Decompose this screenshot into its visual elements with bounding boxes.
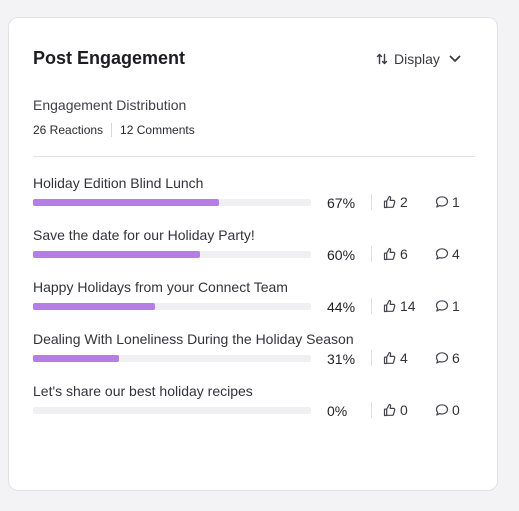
engagement-stats: 26 Reactions 12 Comments [33, 123, 195, 137]
thumbs-up-icon [383, 403, 397, 417]
row-divider [371, 246, 372, 262]
engagement-distribution-heading: Engagement Distribution [33, 97, 187, 113]
comments-count-group: 1 [435, 194, 460, 210]
thumbs-up-icon [383, 247, 397, 261]
post-title[interactable]: Let's share our best holiday recipes [33, 383, 253, 399]
engagement-bar-fill [33, 251, 200, 258]
comment-bubble-icon [435, 247, 449, 261]
comment-count: 6 [452, 350, 460, 366]
likes-count: 0 [400, 402, 408, 418]
likes-count-group: 2 [383, 194, 408, 210]
post-row[interactable]: Dealing With Loneliness During the Holid… [33, 331, 475, 375]
likes-count: 14 [400, 298, 416, 314]
row-divider [371, 194, 372, 210]
row-divider [371, 298, 372, 314]
comment-count: 0 [452, 402, 460, 418]
row-divider [371, 402, 372, 418]
post-engagement-card: Post Engagement Display Engagement Distr… [8, 17, 498, 491]
engagement-bar-track [33, 407, 311, 414]
likes-count-group: 14 [383, 298, 416, 314]
engagement-percent: 60% [327, 247, 356, 263]
engagement-percent: 31% [327, 351, 356, 367]
comments-count-group: 1 [435, 298, 460, 314]
row-divider [371, 350, 372, 366]
comments-count-group: 4 [435, 246, 460, 262]
thumbs-up-icon [383, 299, 397, 313]
post-row[interactable]: Let's share our best holiday recipes 0% 0 0 [33, 383, 475, 427]
engagement-bar-track [33, 303, 311, 310]
engagement-bar-track [33, 199, 311, 206]
engagement-bar-fill [33, 303, 156, 310]
sort-arrows-icon [376, 53, 388, 65]
comment-bubble-icon [435, 195, 449, 209]
engagement-bar-fill [33, 199, 220, 206]
comment-count: 1 [452, 194, 460, 210]
display-button[interactable]: Display [376, 50, 462, 68]
comments-count: 12 Comments [120, 123, 195, 137]
comment-count: 4 [452, 246, 460, 262]
post-title[interactable]: Happy Holidays from your Connect Team [33, 279, 288, 295]
comment-bubble-icon [435, 351, 449, 365]
likes-count: 6 [400, 246, 408, 262]
engagement-percent: 67% [327, 195, 356, 211]
likes-count-group: 0 [383, 402, 408, 418]
chevron-down-icon [448, 52, 462, 66]
post-title[interactable]: Save the date for our Holiday Party! [33, 227, 255, 243]
engagement-percent: 0% [327, 403, 348, 419]
likes-count-group: 6 [383, 246, 408, 262]
comment-count: 1 [452, 298, 460, 314]
likes-count: 4 [400, 350, 408, 366]
engagement-percent: 44% [327, 299, 356, 315]
post-title[interactable]: Dealing With Loneliness During the Holid… [33, 331, 354, 347]
display-button-label: Display [394, 51, 440, 67]
stats-divider [111, 123, 113, 137]
engagement-bar-track [33, 251, 311, 258]
section-divider [33, 156, 475, 157]
comment-bubble-icon [435, 403, 449, 417]
post-title[interactable]: Holiday Edition Blind Lunch [33, 175, 203, 191]
thumbs-up-icon [383, 351, 397, 365]
post-row[interactable]: Happy Holidays from your Connect Team 44%… [33, 279, 475, 323]
post-row[interactable]: Holiday Edition Blind Lunch 67% 2 1 [33, 175, 475, 219]
engagement-bar-fill [33, 355, 120, 362]
likes-count-group: 4 [383, 350, 408, 366]
reactions-count: 26 Reactions [33, 123, 104, 137]
comments-count-group: 0 [435, 402, 460, 418]
post-row[interactable]: Save the date for our Holiday Party! 60% 6… [33, 227, 475, 271]
card-title: Post Engagement [33, 48, 186, 68]
engagement-bar-track [33, 355, 311, 362]
comments-count-group: 6 [435, 350, 460, 366]
comment-bubble-icon [435, 299, 449, 313]
likes-count: 2 [400, 194, 408, 210]
thumbs-up-icon [383, 195, 397, 209]
